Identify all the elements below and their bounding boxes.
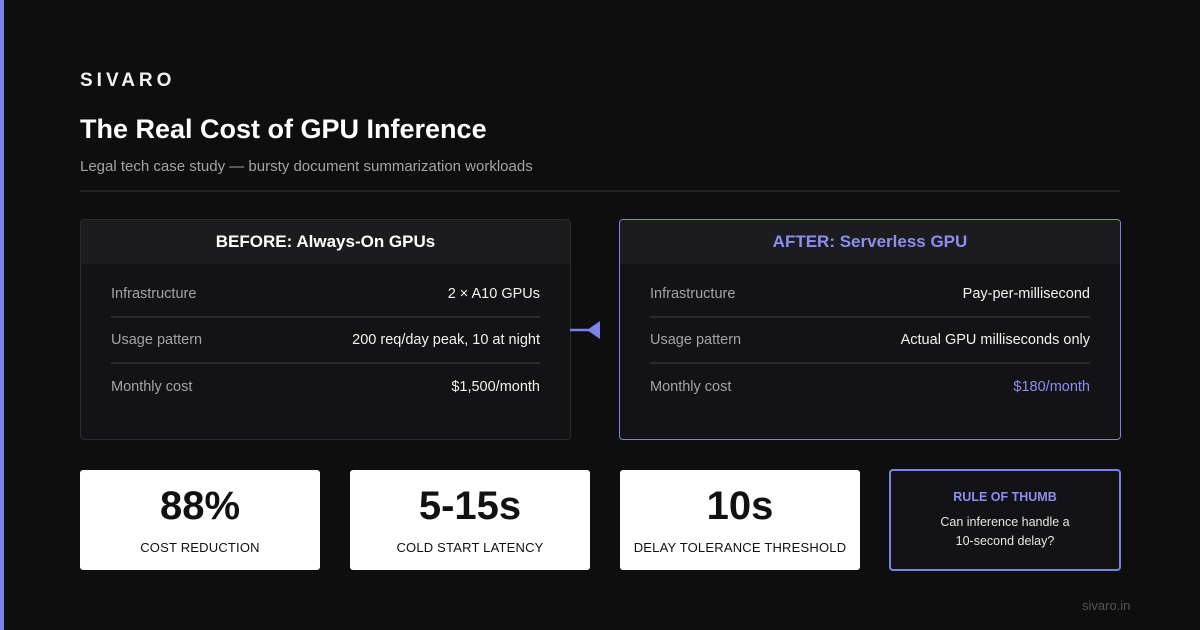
after-row-infrastructure: Infrastructure Pay-per-millisecond [650, 272, 1090, 318]
footer-url: sivaro.in [1082, 598, 1131, 613]
row-label: Usage pattern [650, 332, 742, 348]
before-row-cost: Monthly cost $1,500/month [111, 364, 540, 410]
after-row-usage: Usage pattern Actual GPU milliseconds on… [650, 318, 1090, 364]
stat-card-delay-threshold: 10s DELAY TOLERANCE THRESHOLD [620, 470, 860, 570]
row-label: Usage pattern [111, 332, 203, 348]
row-value: Actual GPU milliseconds only [900, 332, 1090, 348]
before-rows: Infrastructure 2 × A10 GPUs Usage patter… [81, 264, 570, 410]
rule-of-thumb-text: Can inference handle a 10-second delay? [940, 514, 1070, 548]
before-row-infrastructure: Infrastructure 2 × A10 GPUs [111, 272, 540, 318]
rule-of-thumb-title: RULE OF THUMB [953, 489, 1057, 504]
page-subtitle: Legal tech case study — bursty document … [80, 158, 533, 175]
before-panel-header: BEFORE: Always-On GPUs [81, 220, 570, 264]
stat-caption: DELAY TOLERANCE THRESHOLD [633, 539, 847, 555]
brand-logo: SIVARO [80, 70, 176, 91]
after-panel-header: AFTER: Serverless GPU [620, 220, 1120, 264]
stat-card-cost-reduction: 88% COST REDUCTION [80, 470, 320, 570]
row-label: Monthly cost [111, 379, 193, 395]
row-label: Infrastructure [650, 286, 736, 302]
row-value: 200 req/day peak, 10 at night [352, 332, 540, 348]
after-rows: Infrastructure Pay-per-millisecond Usage… [620, 264, 1120, 410]
accent-bar [0, 0, 4, 630]
before-panel: BEFORE: Always-On GPUs Infrastructure 2 … [80, 219, 571, 440]
stat-caption: COST REDUCTION [140, 539, 260, 555]
stat-value: 5-15s [418, 483, 522, 528]
row-label: Monthly cost [650, 379, 732, 395]
rule-of-thumb-card: RULE OF THUMB Can inference handle a 10-… [889, 469, 1121, 571]
divider [80, 190, 1120, 192]
stat-card-cold-start: 5-15s COLD START LATENCY [350, 470, 590, 570]
row-value: Pay-per-millisecond [962, 286, 1090, 302]
stat-value: 10s [706, 483, 774, 528]
row-value: $1,500/month [451, 379, 540, 395]
row-value: 2 × A10 GPUs [447, 286, 540, 302]
after-row-cost: Monthly cost $180/month [650, 364, 1090, 410]
stat-value: 88% [159, 483, 241, 528]
arrow-left-icon [570, 321, 600, 339]
before-row-usage: Usage pattern 200 req/day peak, 10 at ni… [111, 318, 540, 364]
row-label: Infrastructure [111, 286, 197, 302]
stat-caption: COLD START LATENCY [396, 539, 544, 555]
row-value: $180/month [1013, 379, 1090, 395]
after-panel: AFTER: Serverless GPU Infrastructure Pay… [619, 219, 1121, 440]
page-title: The Real Cost of GPU Inference [80, 114, 487, 144]
